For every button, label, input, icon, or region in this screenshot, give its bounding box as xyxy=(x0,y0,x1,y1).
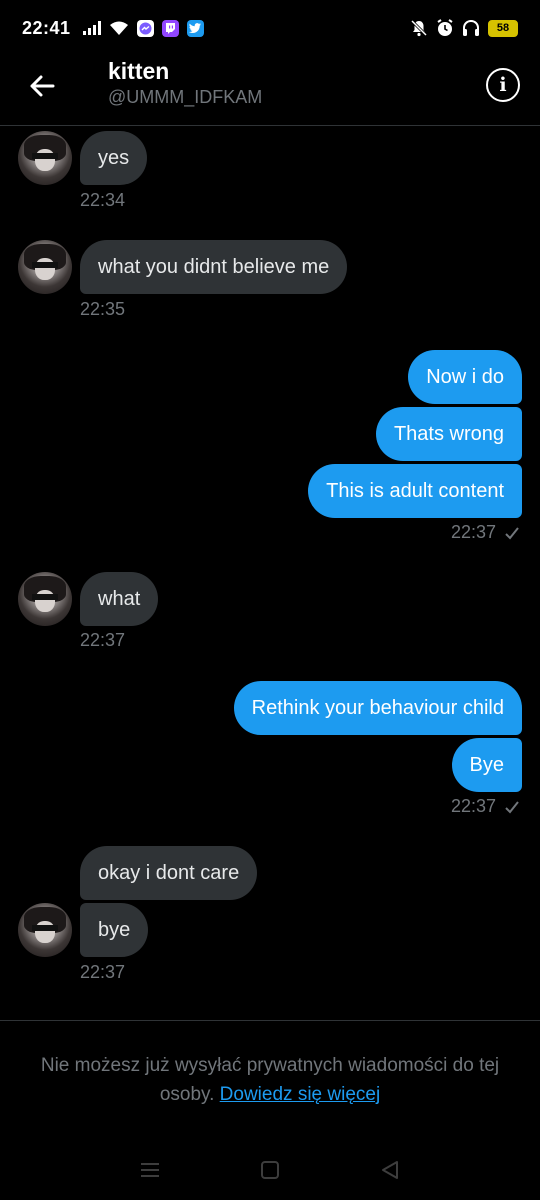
outgoing-message[interactable]: This is adult content xyxy=(308,464,522,518)
message-timestamp: 22:37 xyxy=(80,962,126,982)
back-nav-button[interactable] xyxy=(370,1150,410,1190)
conversation-header: kitten @UMMM_IDFKAM i xyxy=(0,56,540,126)
dm-restricted-notice: Nie możesz już wysyłać prywatnych wiadom… xyxy=(0,1020,540,1130)
message-timestamp-row: 22:37 xyxy=(451,796,520,817)
menu-icon xyxy=(141,1163,159,1177)
signal-icon xyxy=(82,21,101,35)
incoming-message[interactable]: yes xyxy=(80,131,148,185)
outgoing-message[interactable]: Thats wrong xyxy=(375,407,522,461)
message-timestamp: 22:37 xyxy=(450,796,496,816)
info-icon: i xyxy=(499,74,507,96)
message-timestamp: 22:37 xyxy=(450,522,496,542)
recents-button[interactable] xyxy=(130,1150,170,1190)
learn-more-link[interactable]: Dowiedz się więcej xyxy=(220,1084,381,1105)
home-button[interactable] xyxy=(250,1150,290,1190)
check-icon xyxy=(505,526,519,539)
avatar[interactable] xyxy=(18,903,72,957)
contact-handle[interactable]: @UMMM_IDFKAM xyxy=(108,87,262,108)
info-button[interactable]: i xyxy=(486,68,520,102)
system-nav-bar xyxy=(0,1140,540,1200)
status-left: 22:41 xyxy=(22,18,204,39)
incoming-message[interactable]: what xyxy=(80,572,159,626)
triangle-back-icon xyxy=(382,1161,398,1179)
avatar[interactable] xyxy=(18,572,72,626)
check-icon xyxy=(505,800,519,813)
outgoing-message[interactable]: Rethink your behaviour child xyxy=(233,681,522,735)
alarm-icon xyxy=(437,19,453,36)
message-timestamp: 22:37 xyxy=(80,630,126,650)
outgoing-message[interactable]: Bye xyxy=(451,738,522,792)
incoming-message[interactable]: okay i dont care xyxy=(80,846,258,900)
back-button[interactable] xyxy=(24,68,60,104)
message-timestamp-row: 22:37 xyxy=(451,522,520,543)
wifi-icon xyxy=(109,21,128,35)
contact-name[interactable]: kitten xyxy=(108,58,169,85)
status-right: 58 xyxy=(410,19,518,37)
incoming-message[interactable]: bye xyxy=(80,903,149,957)
outgoing-message[interactable]: Now i do xyxy=(408,350,522,404)
status-bar: 22:41 58 xyxy=(0,0,540,56)
incoming-message[interactable]: what you didnt believe me xyxy=(80,240,348,294)
twitch-icon xyxy=(161,19,179,37)
status-time: 22:41 xyxy=(22,17,71,38)
messenger-icon xyxy=(136,19,154,37)
battery-icon: 58 xyxy=(488,19,518,37)
arrow-left-icon xyxy=(30,75,55,97)
home-square-icon xyxy=(261,1161,279,1179)
avatar[interactable] xyxy=(18,240,72,294)
twitter-icon xyxy=(186,19,204,37)
headphones-icon xyxy=(463,19,479,36)
avatar[interactable] xyxy=(18,131,72,185)
message-timestamp: 22:35 xyxy=(80,299,126,319)
dm-conversation-screen: 22:41 58 kitten @UMMM_IDFKAM i yes 22:34… xyxy=(0,0,540,1200)
message-timestamp: 22:34 xyxy=(80,190,126,210)
bell-off-icon xyxy=(410,19,428,37)
